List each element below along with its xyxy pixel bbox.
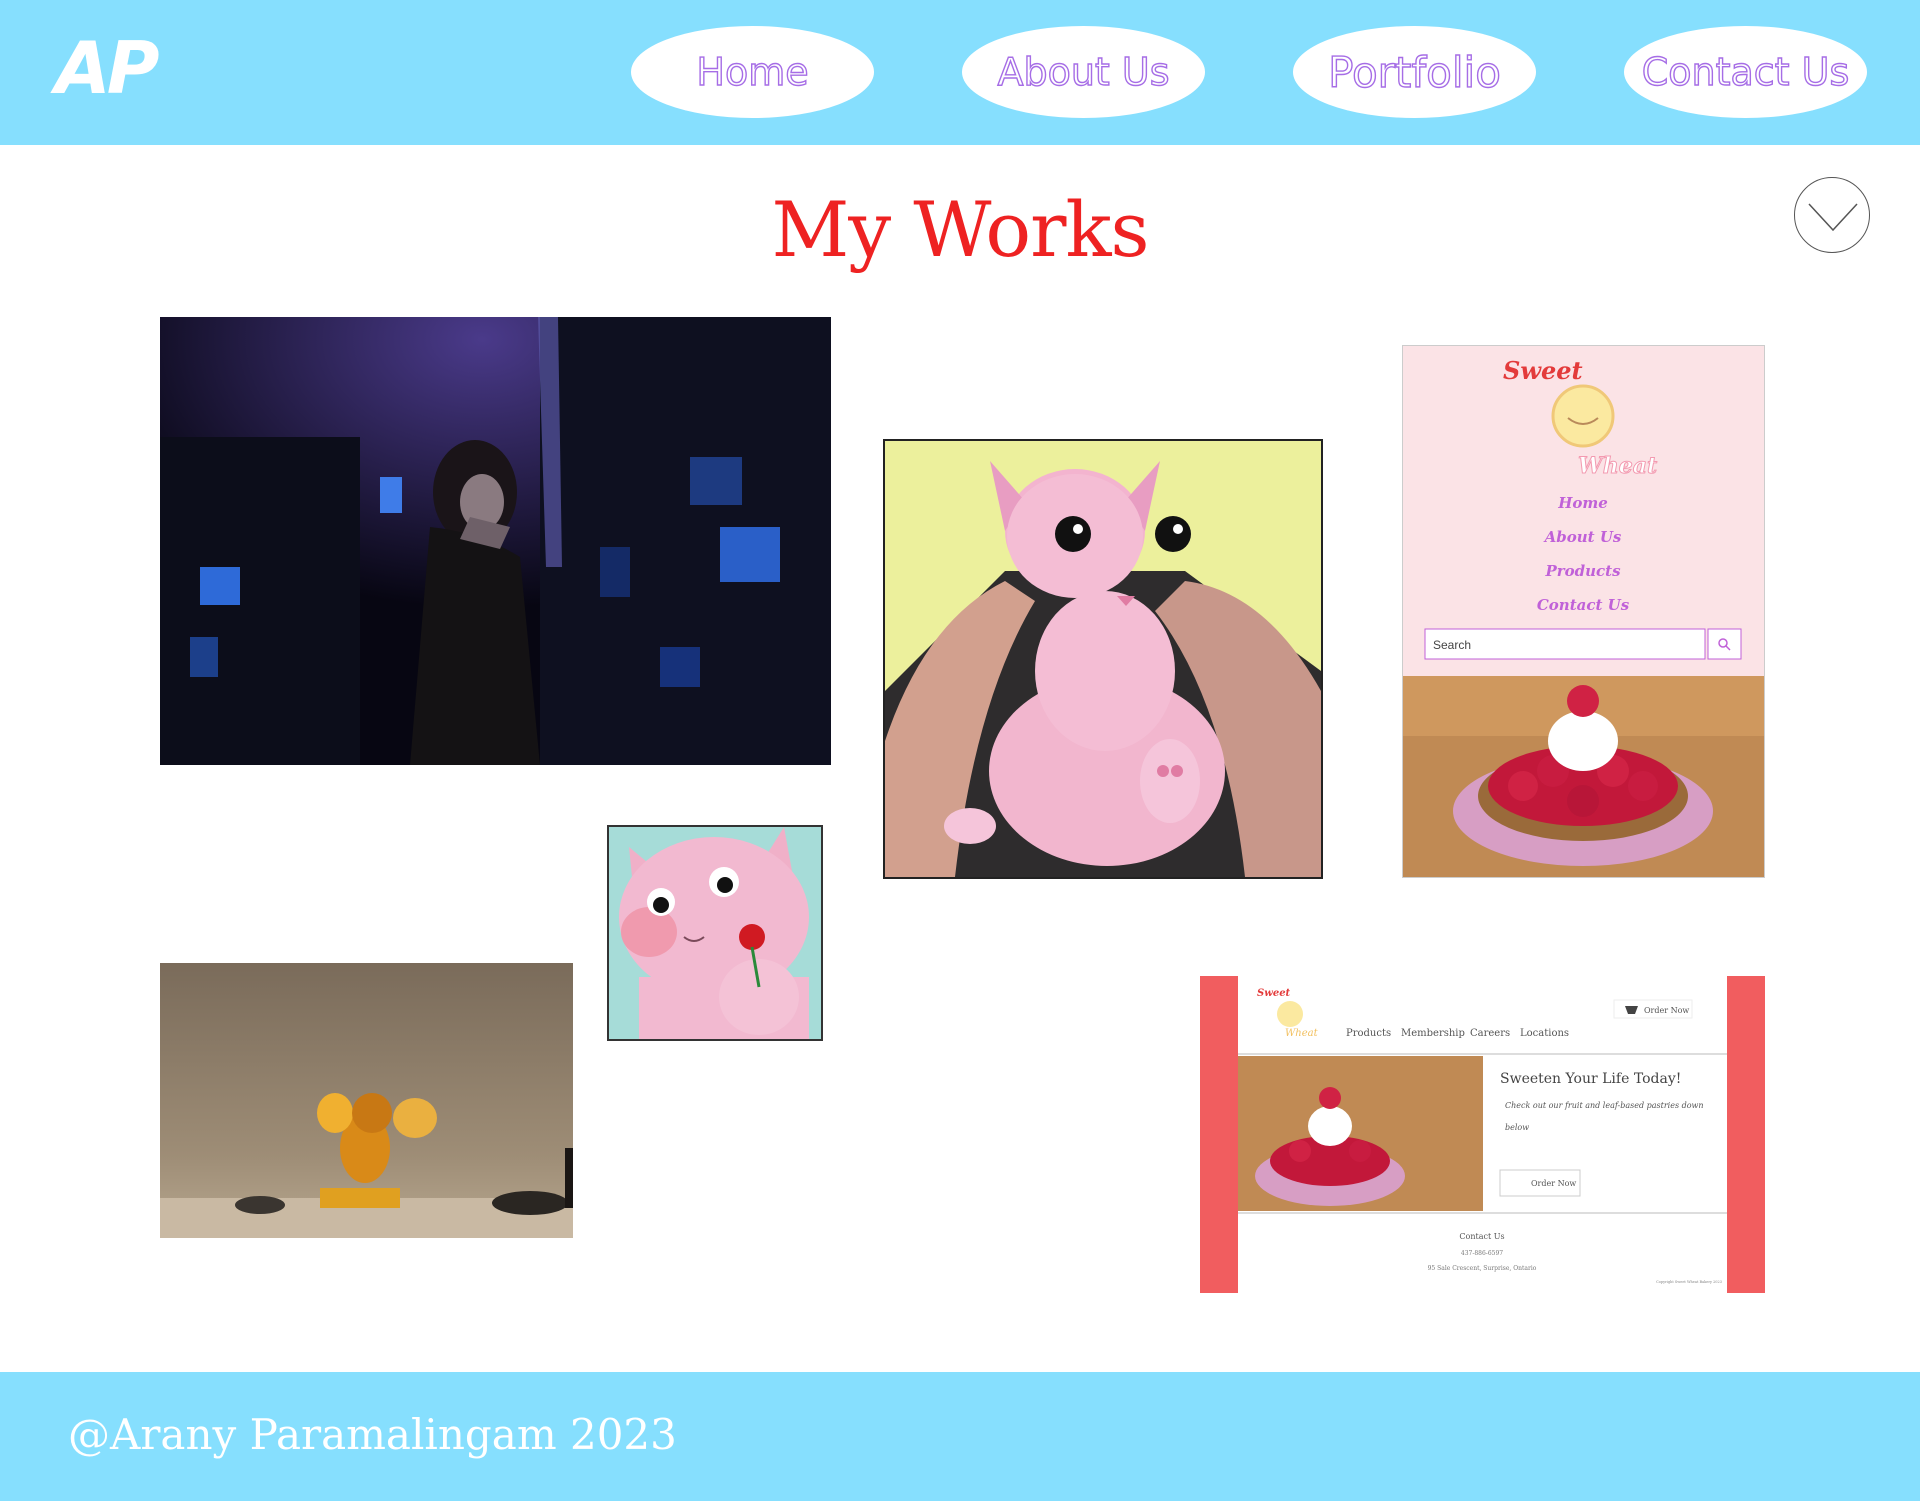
desktop-cta: Order Now — [1531, 1179, 1576, 1188]
desktop-contact-address: 95 Sale Crescent, Surprise, Ontario — [1428, 1265, 1537, 1272]
pink-cat-image — [885, 441, 1321, 877]
figurine-photo-image — [160, 963, 573, 1238]
footer-copyright: @Arany Paramalingam 2023 — [68, 1410, 677, 1459]
work-night-photo[interactable] — [160, 317, 831, 765]
nav-contact-us[interactable]: Contact Us — [1624, 26, 1867, 118]
desktop-copyright: Copyright Sweet Wheat Bakery 2023 — [1656, 1280, 1722, 1284]
desktop-nav-careers: Careers — [1470, 1028, 1510, 1039]
scroll-down-button[interactable] — [1794, 177, 1870, 253]
site-logo[interactable]: AP — [55, 28, 159, 108]
work-sweet-wheat-mobile[interactable]: Sweet Wheat Home About Us Products Conta… — [1402, 345, 1765, 878]
desktop-headline: Sweeten Your Life Today! — [1500, 1071, 1681, 1087]
desktop-brand-top: Sweet — [1257, 988, 1291, 999]
mobile-brand-bottom: Wheat — [1578, 453, 1657, 479]
desktop-subtext-2: below — [1505, 1123, 1529, 1132]
desktop-contact-phone: 437-886-6597 — [1461, 1250, 1503, 1257]
footer: @Arany Paramalingam 2023 — [0, 1372, 1920, 1501]
mobile-nav-home: Home — [1557, 494, 1608, 512]
cat-rose-image — [609, 827, 821, 1039]
chevron-down-icon — [1808, 203, 1858, 232]
work-sweet-wheat-desktop[interactable]: Sweet Wheat Products Membership Careers … — [1200, 976, 1765, 1293]
desktop-contact-title: Contact Us — [1459, 1232, 1504, 1241]
desktop-subtext-1: Check out our fruit and leaf-based pastr… — [1505, 1101, 1704, 1110]
desktop-nav-membership: Membership — [1401, 1028, 1465, 1039]
work-pink-cat-illustration[interactable] — [883, 439, 1323, 879]
nav-home[interactable]: Home — [631, 26, 874, 118]
desktop-brand-bottom: Wheat — [1285, 1028, 1319, 1039]
mobile-nav-contact: Contact Us — [1537, 596, 1630, 614]
nav-portfolio[interactable]: Portfolio — [1293, 26, 1536, 118]
mobile-brand-top: Sweet — [1503, 356, 1583, 385]
night-photo-image — [160, 317, 831, 765]
mobile-nav-about: About Us — [1543, 528, 1622, 546]
desktop-nav-products: Products — [1346, 1028, 1391, 1039]
header: AP Home About Us Portfolio Contact Us — [0, 0, 1920, 145]
mobile-search-placeholder: Search — [1433, 638, 1471, 652]
work-figurine-photo[interactable] — [160, 963, 573, 1238]
page-title: My Works — [771, 185, 1149, 274]
desktop-mockup-image: Sweet Wheat Products Membership Careers … — [1200, 976, 1765, 1293]
desktop-order-button: Order Now — [1644, 1006, 1689, 1015]
nav-about-us[interactable]: About Us — [962, 26, 1205, 118]
desktop-nav-locations: Locations — [1520, 1028, 1569, 1039]
mobile-mockup-image: Sweet Wheat Home About Us Products Conta… — [1403, 346, 1764, 877]
work-cat-rose-illustration[interactable] — [607, 825, 823, 1041]
mobile-nav-products: Products — [1544, 562, 1621, 580]
